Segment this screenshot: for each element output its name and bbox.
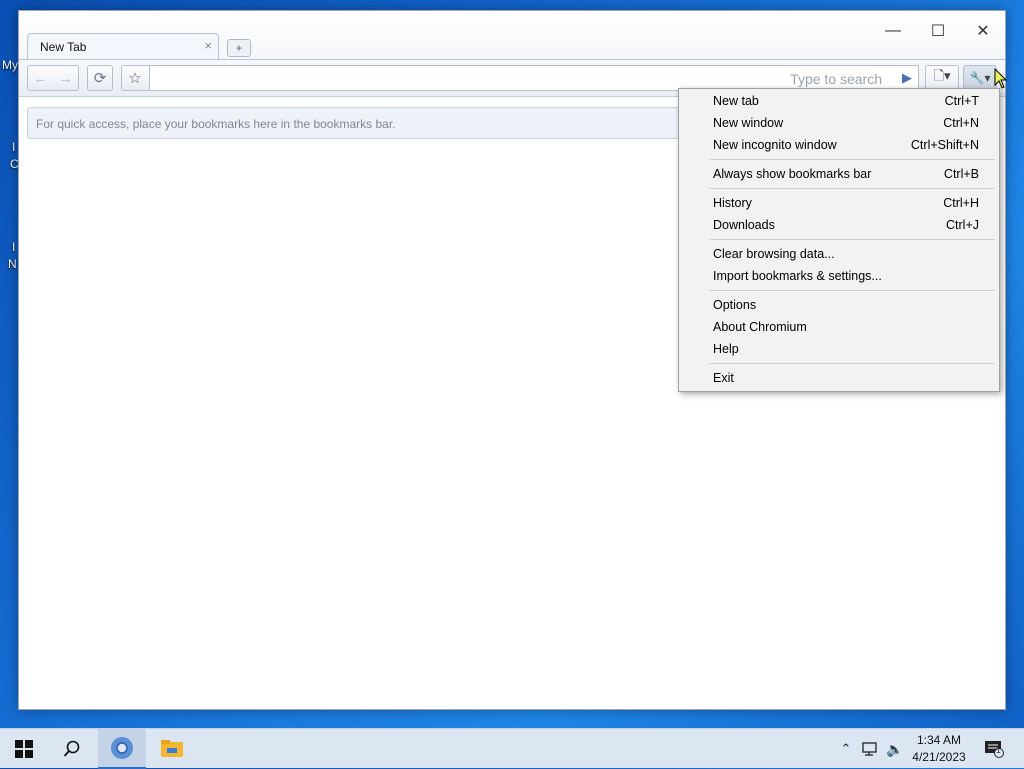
clock[interactable]: 1:34 AM 4/21/2023 [906, 732, 972, 766]
mouse-cursor-icon [994, 68, 1008, 89]
desktop-icon-label[interactable]: My [2, 58, 18, 72]
notification-icon [985, 741, 1004, 758]
star-icon: ☆ [128, 70, 142, 87]
bookmarks-hint-text: For quick access, place your bookmarks h… [36, 117, 396, 131]
menu-item-shortcut: Ctrl+J [946, 218, 979, 232]
omnibox-placeholder: Type to search [790, 71, 882, 87]
menu-item-label: New incognito window [713, 138, 837, 152]
go-icon[interactable]: ▶ [902, 70, 912, 86]
menu-item-label: New tab [713, 94, 759, 108]
menu-item-shortcut: Ctrl+Shift+N [910, 138, 979, 152]
menu-item-new-window[interactable]: New window Ctrl+N [713, 113, 979, 133]
menu-item-downloads[interactable]: Downloads Ctrl+J [713, 215, 979, 235]
menu-item-label: History [713, 196, 752, 210]
menu-item-new-incognito-window[interactable]: New incognito window Ctrl+Shift+N [713, 135, 979, 155]
title-bar[interactable]: New Tab × + — ☐ ✕ [19, 11, 1005, 59]
folder-icon [161, 740, 183, 757]
menu-item-import-bookmarks[interactable]: Import bookmarks & settings... [713, 266, 979, 286]
tab-title: New Tab [40, 40, 87, 54]
menu-item-label: Exit [713, 371, 734, 385]
tab-new-tab[interactable]: New Tab × [27, 33, 219, 59]
maximize-button[interactable]: ☐ [916, 17, 960, 45]
windows-logo-icon [15, 740, 33, 758]
desktop-icon-label[interactable]: I [12, 240, 15, 254]
menu-item-shortcut: Ctrl+T [944, 94, 979, 108]
menu-separator [709, 290, 995, 291]
menu-item-label: New window [713, 116, 784, 130]
wrench-icon: 🔧▾ [969, 71, 991, 85]
menu-item-clear-browsing-data[interactable]: Clear browsing data... [713, 244, 979, 264]
menu-separator [709, 239, 995, 240]
menu-item-history[interactable]: History Ctrl+H [713, 193, 979, 213]
menu-item-label: Always show bookmarks bar [713, 167, 872, 181]
menu-separator [709, 188, 995, 189]
menu-item-label: About Chromium [713, 320, 807, 334]
menu-item-new-tab[interactable]: New tab Ctrl+T [713, 91, 979, 111]
search-icon [63, 740, 80, 757]
notification-center-button[interactable]: 1 [980, 729, 1008, 769]
taskbar: ⌃ 🔈 1:34 AM 4/21/2023 1 [0, 728, 1024, 769]
menu-item-options[interactable]: Options [713, 295, 979, 315]
tab-close-icon[interactable]: × [204, 38, 212, 53]
search-button[interactable] [48, 729, 96, 769]
clock-date: 4/21/2023 [912, 750, 966, 764]
page-icon: 🗋▾ [933, 68, 951, 83]
minimize-button[interactable]: — [871, 17, 915, 45]
new-tab-button[interactable]: + [227, 39, 251, 57]
close-window-button[interactable]: ✕ [961, 17, 1005, 45]
bookmark-star-button[interactable]: ☆ [121, 65, 149, 91]
menu-item-label: Clear browsing data... [713, 247, 835, 261]
back-arrow-icon[interactable]: ← [28, 66, 53, 90]
desktop-icon-label[interactable]: N [8, 257, 17, 271]
reload-button[interactable]: ⟳ [87, 65, 113, 91]
menu-item-label: Help [713, 342, 739, 356]
menu-item-shortcut: Ctrl+N [943, 116, 979, 130]
clock-time: 1:34 AM [916, 733, 962, 747]
forward-arrow-icon[interactable]: → [53, 66, 78, 90]
menu-item-shortcut: Ctrl+H [943, 196, 979, 210]
volume-icon[interactable]: 🔈 [884, 729, 906, 769]
menu-item-shortcut: Ctrl+B [943, 167, 979, 181]
start-button[interactable] [0, 729, 48, 769]
menu-item-always-show-bookmarks-bar[interactable]: Always show bookmarks bar Ctrl+B [713, 164, 979, 184]
network-monitor-icon [862, 742, 877, 756]
menu-separator [709, 363, 995, 364]
chromium-icon [111, 737, 133, 759]
wrench-dropdown-menu: New tab Ctrl+T New window Ctrl+N New inc… [678, 88, 1000, 392]
taskbar-file-explorer-button[interactable] [148, 729, 196, 769]
menu-item-help[interactable]: Help [713, 339, 979, 359]
menu-separator [709, 159, 995, 160]
menu-item-label: Import bookmarks & settings... [713, 269, 882, 283]
desktop-icon-label[interactable]: I [12, 140, 15, 154]
menu-item-label: Options [713, 298, 757, 312]
menu-item-label: Downloads [713, 218, 775, 232]
reload-icon: ⟳ [93, 70, 107, 87]
network-icon[interactable] [860, 729, 882, 769]
menu-item-about-chromium[interactable]: About Chromium [713, 317, 979, 337]
taskbar-chromium-button[interactable] [98, 729, 146, 769]
notification-count: 1 [996, 746, 1001, 755]
show-hidden-icons-chevron-icon[interactable]: ⌃ [836, 729, 856, 769]
nav-buttons: ← → [27, 65, 79, 91]
menu-item-exit[interactable]: Exit [713, 368, 979, 388]
